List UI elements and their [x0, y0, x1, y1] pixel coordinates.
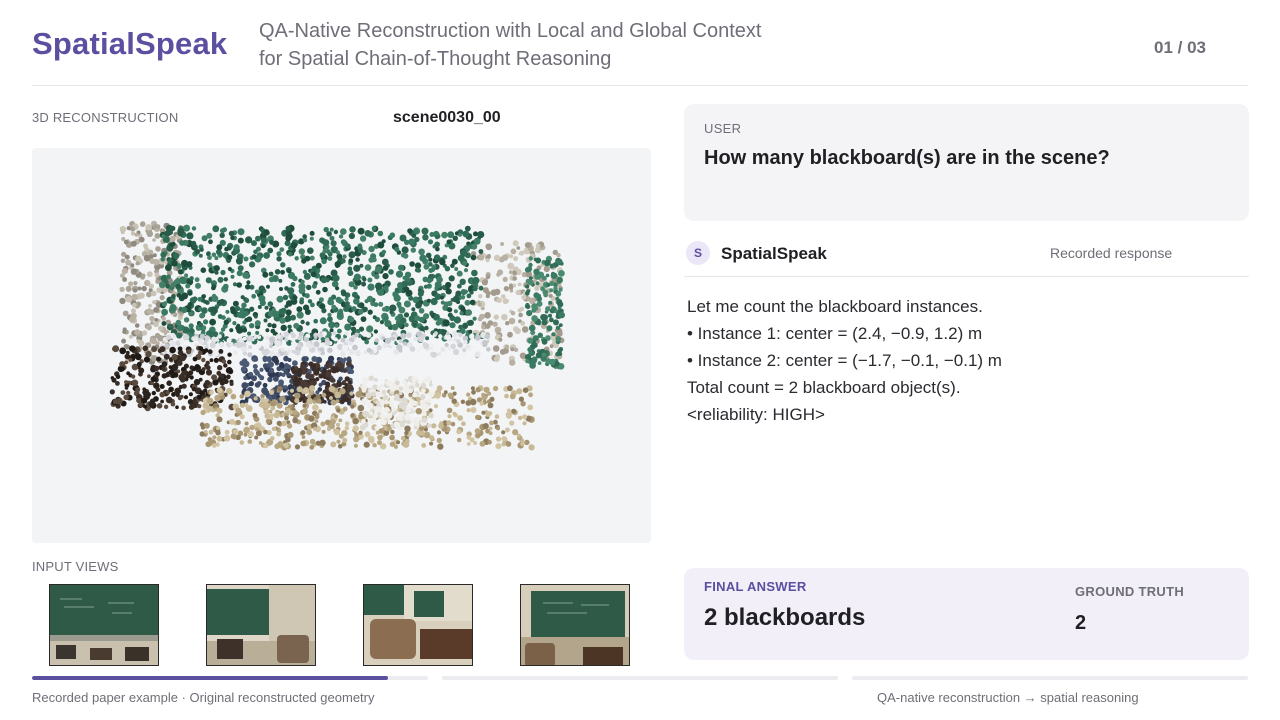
point-cloud-render [109, 220, 565, 451]
response-header: S SpatialSpeak Recorded response [684, 239, 1249, 277]
views-section-label: INPUT VIEWS [32, 559, 119, 574]
response-line: <reliability: HIGH> [687, 405, 825, 424]
recon-section-label: 3D RECONSTRUCTION [32, 110, 179, 125]
paper-subtitle: QA-Native Reconstruction with Local and … [259, 17, 761, 73]
response-line: • Instance 2: center = (−1.7, −0.1, −0.1… [687, 351, 1002, 370]
progress-fill-1 [32, 676, 389, 680]
point-cloud-viewer[interactable] [32, 148, 651, 543]
input-view-thumbnail-2[interactable] [206, 584, 316, 666]
ground-truth-label: GROUND TRUTH [1075, 584, 1185, 599]
user-question: How many blackboard(s) are in the scene? [704, 147, 1110, 169]
input-view-thumbnail-1[interactable] [49, 584, 159, 666]
response-line: Total count = 2 blackboard object(s). [687, 378, 961, 397]
scene-id: scene0030_00 [393, 109, 501, 126]
final-answer-value: 2 blackboards [704, 604, 866, 631]
header-divider [32, 85, 1248, 86]
progress-segment-1 [32, 676, 428, 680]
page-counter: 01 / 03 [1154, 38, 1206, 57]
assistant-name: SpatialSpeak [721, 244, 827, 263]
user-question-card: USER How many blackboard(s) are in the s… [684, 104, 1249, 221]
progress-segment-3 [852, 676, 1248, 680]
final-answer-card: FINAL ANSWER 2 blackboards GROUND TRUTH … [684, 568, 1249, 660]
input-view-thumbnail-4[interactable] [520, 584, 630, 666]
response-line: • Instance 1: center = (2.4, −0.9, 1.2) … [687, 324, 983, 343]
subtitle-line-2: for Spatial Chain-of-Thought Reasoning [259, 48, 612, 70]
subtitle-line-1: QA-Native Reconstruction with Local and … [259, 20, 762, 42]
footer-caption-right: QA-native reconstruction → spatial reaso… [877, 690, 1139, 705]
header: SpatialSpeak QA-Native Reconstruction wi… [32, 14, 1248, 86]
input-view-thumbnail-3[interactable] [363, 584, 473, 666]
brand-title: SpatialSpeak [32, 26, 228, 61]
user-role-label: USER [704, 121, 742, 136]
progress-segment-2 [442, 676, 838, 680]
final-answer-label: FINAL ANSWER [704, 579, 807, 594]
assistant-avatar: S [686, 241, 710, 265]
response-tag: Recorded response [1050, 245, 1173, 261]
ground-truth-value: 2 [1075, 612, 1087, 634]
input-views-strip [32, 584, 632, 666]
response-line: Let me count the blackboard instances. [687, 297, 983, 316]
assistant-response: Let me count the blackboard instances. •… [687, 293, 1247, 428]
footer-caption-left: Recorded paper example · Original recons… [32, 690, 375, 705]
